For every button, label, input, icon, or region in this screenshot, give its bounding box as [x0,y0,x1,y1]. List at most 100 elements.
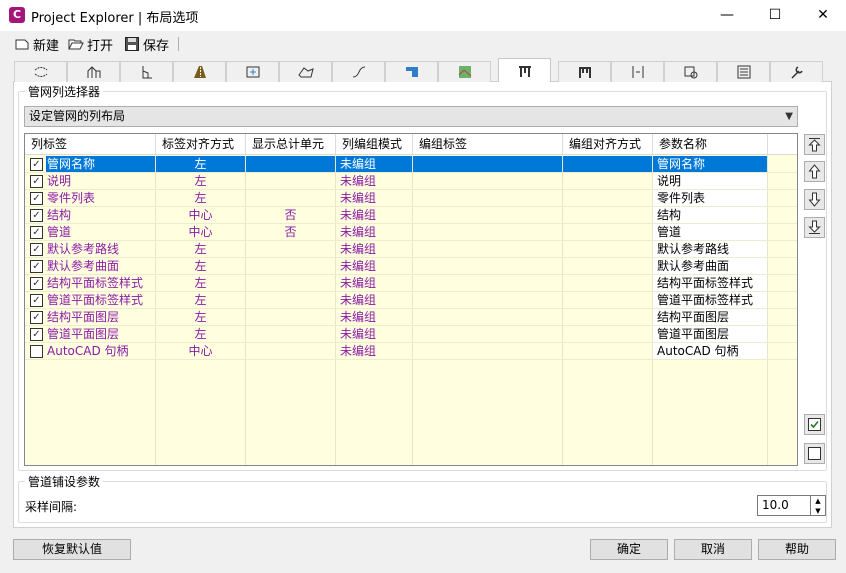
show-total-cell[interactable] [246,343,335,359]
group-label-cell[interactable] [413,326,562,342]
col-header[interactable]: 编组对齐方式 [563,134,653,155]
column-label-cell[interactable]: 说明 [46,173,155,189]
column-grid[interactable]: 列标签 标签对齐方式 显示总计单元 列编组模式 编组标签 编组对齐方式 参数名称… [24,133,798,466]
row-checkbox[interactable]: ✓ [30,311,43,324]
group-label-cell[interactable] [413,173,562,189]
column-layout-combo[interactable]: 设定管网的列布局 ▼ [24,106,798,127]
group-alignment-cell[interactable] [563,292,652,308]
group-alignment-cell[interactable] [563,156,652,172]
table-row[interactable]: ✓ 管道平面标签样式左未编组 管道平面标签样式 [25,292,797,309]
sampling-interval-input[interactable]: 10.0 [757,495,811,516]
label-alignment-cell[interactable]: 左 [156,275,245,291]
tab-point[interactable] [664,61,717,82]
parameter-name-cell[interactable]: 结构平面标签样式 [653,275,767,291]
sampling-interval-spinner[interactable]: ▲ ▼ [810,495,826,516]
group-alignment-cell[interactable] [563,309,652,325]
open-button[interactable]: 打开 [68,34,113,54]
tab-pressure-network[interactable] [558,61,611,82]
tab-profile[interactable] [67,61,120,82]
column-label-cell[interactable]: 默认参考路线 [46,241,155,257]
show-total-cell[interactable]: 否 [246,224,335,240]
help-button[interactable]: 帮助 [758,539,836,560]
group-alignment-cell[interactable] [563,275,652,291]
grouping-mode-cell[interactable]: 未编组 [336,258,412,274]
show-total-cell[interactable] [246,326,335,342]
column-label-cell[interactable]: 管道平面标签样式 [46,292,155,308]
group-label-cell[interactable] [413,156,562,172]
ok-button[interactable]: 确定 [590,539,668,560]
grouping-mode-cell[interactable]: 未编组 [336,207,412,223]
parameter-name-cell[interactable]: 默认参考路线 [653,241,767,257]
group-label-cell[interactable] [413,292,562,308]
tab-section[interactable] [611,61,664,82]
table-row[interactable]: ✓ 结构平面图层左未编组 结构平面图层 [25,309,797,326]
tab-list[interactable] [717,61,770,82]
group-alignment-cell[interactable] [563,343,652,359]
show-total-cell[interactable] [246,258,335,274]
group-alignment-cell[interactable] [563,224,652,240]
grouping-mode-cell[interactable]: 未编组 [336,241,412,257]
move-bottom-button[interactable] [804,217,825,238]
show-total-cell[interactable]: 否 [246,207,335,223]
move-top-button[interactable] [804,134,825,155]
row-checkbox[interactable]: ✓ [30,158,43,171]
grouping-mode-cell[interactable]: 未编组 [336,326,412,342]
row-checkbox[interactable]: ✓ [30,260,43,273]
spin-down-icon[interactable]: ▼ [811,506,825,516]
grouping-mode-cell[interactable]: 未编组 [336,275,412,291]
row-checkbox[interactable]: ✓ [30,294,43,307]
show-total-cell[interactable] [246,173,335,189]
grouping-mode-cell[interactable]: 未编组 [336,190,412,206]
row-checkbox[interactable]: ✓ [30,328,43,341]
maximize-button[interactable]: ☐ [752,0,798,31]
new-button[interactable]: 新建 [14,34,59,54]
table-row[interactable]: AutoCAD 句柄 中心 未编组 AutoCAD 句柄 [25,343,797,360]
group-label-cell[interactable] [413,224,562,240]
group-alignment-cell[interactable] [563,241,652,257]
parameter-name-cell[interactable]: 管网名称 [653,156,767,172]
col-header[interactable]: 标签对齐方式 [156,134,246,155]
parameter-name-cell[interactable]: 结构 [653,207,767,223]
spin-up-icon[interactable]: ▲ [811,496,825,506]
label-alignment-cell[interactable]: 左 [156,173,245,189]
parameter-name-cell[interactable]: 说明 [653,173,767,189]
column-label-cell[interactable]: 零件列表 [46,190,155,206]
grouping-mode-cell[interactable]: 未编组 [336,173,412,189]
tab-profile-view[interactable] [120,61,173,82]
tab-settings[interactable] [770,61,823,82]
label-alignment-cell[interactable]: 中心 [156,207,245,223]
column-label-cell[interactable]: 管道平面图层 [46,326,155,342]
tab-pipe-network[interactable] [498,58,551,82]
parameter-name-cell[interactable]: 管道 [653,224,767,240]
group-label-cell[interactable] [413,309,562,325]
tab-assembly[interactable] [226,61,279,82]
label-alignment-cell[interactable]: 左 [156,309,245,325]
column-label-cell[interactable]: AutoCAD 句柄 [46,343,155,359]
group-label-cell[interactable] [413,258,562,274]
group-label-cell[interactable] [413,275,562,291]
parameter-name-cell[interactable]: AutoCAD 句柄 [653,343,767,359]
col-header[interactable]: 参数名称 [653,134,768,155]
uncheck-all-button[interactable] [804,443,825,464]
tab-map[interactable] [438,61,491,82]
group-label-cell[interactable] [413,343,562,359]
label-alignment-cell[interactable]: 中心 [156,224,245,240]
minimize-button[interactable]: — [704,0,750,31]
row-checkbox[interactable] [30,345,43,358]
table-row[interactable]: ✓ 默认参考路线左未编组 默认参考路线 [25,241,797,258]
tab-surface[interactable] [279,61,332,82]
parameter-name-cell[interactable]: 零件列表 [653,190,767,206]
table-row[interactable]: ✓ 结构平面标签样式左未编组 结构平面标签样式 [25,275,797,292]
save-button[interactable]: 保存 [124,34,169,54]
table-row[interactable]: ✓ 结构 中心否未编组 结构 [25,207,797,224]
group-alignment-cell[interactable] [563,190,652,206]
column-label-cell[interactable]: 结构平面标签样式 [46,275,155,291]
tab-alignment[interactable] [14,61,67,82]
check-all-button[interactable] [804,414,825,435]
col-header[interactable]: 列标签 [25,134,156,155]
show-total-cell[interactable] [246,156,335,172]
table-row[interactable]: ✓ 说明左未编组 说明 [25,173,797,190]
row-checkbox[interactable]: ✓ [30,243,43,256]
label-alignment-cell[interactable]: 左 [156,190,245,206]
tab-corridor[interactable] [173,61,226,82]
